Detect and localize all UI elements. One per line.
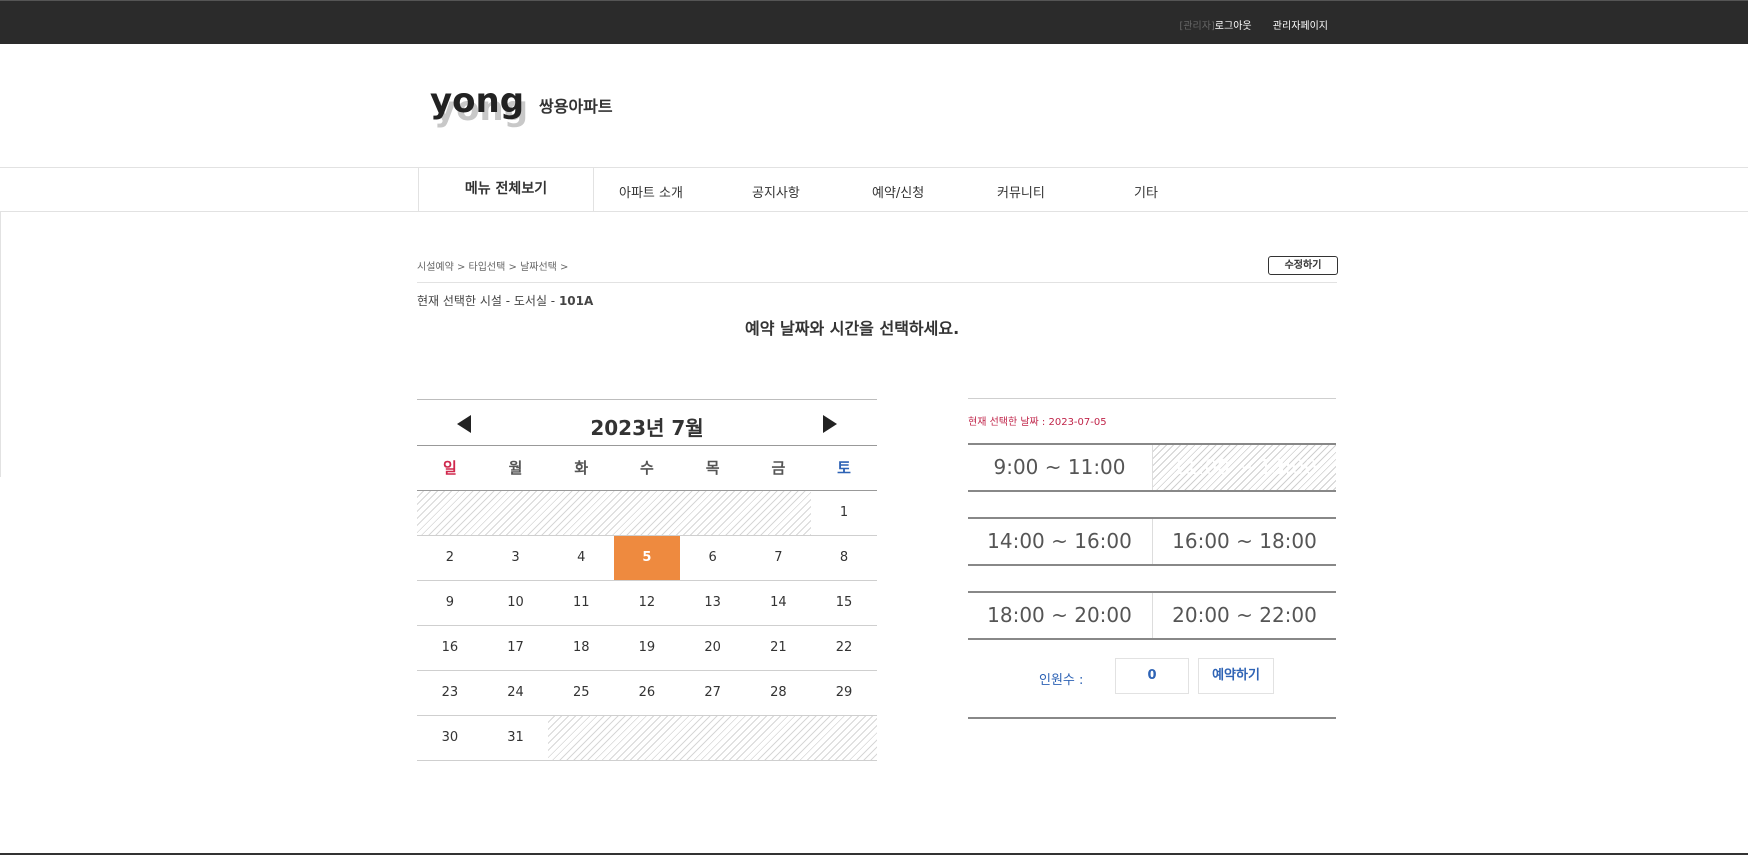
main-nav: 메뉴 전체보기 아파트 소개 공지사항 예약/신청 커뮤니티 기타 (0, 168, 1748, 212)
timeslot-row: 14:00 ~ 16:00 16:00 ~ 18:00 (968, 517, 1336, 566)
admin-page-link[interactable]: 관리자페이지 (1273, 21, 1328, 32)
divider (968, 717, 1336, 719)
weekday-wed: 수 (640, 459, 654, 477)
calendar-day-selected[interactable]: 5 (614, 536, 680, 580)
site-header: yong yong 쌍용아파트 (0, 43, 1748, 168)
calendar-day[interactable]: 20 (680, 626, 746, 670)
calendar-day[interactable]: 30 (417, 716, 483, 760)
calendar-week: 30 31 (417, 716, 877, 761)
divider (968, 398, 1336, 399)
timeslot-row: 9:00 ~ 11:00 11:00 ~ 13:00 (968, 443, 1336, 492)
weekday-thu: 목 (705, 459, 720, 477)
empty-days (417, 491, 811, 535)
calendar-day[interactable]: 10 (483, 581, 549, 625)
calendar-week: 9 10 11 12 13 14 15 (417, 581, 877, 626)
people-count-label: 인원수 : (1039, 673, 1084, 688)
weekday-sun: 일 (442, 459, 457, 477)
logo-text: yong (430, 81, 525, 121)
current-facility-prefix: 현재 선택한 시설 - 도서실 - (417, 294, 559, 308)
calendar-day[interactable]: 12 (614, 581, 680, 625)
next-month-icon[interactable] (823, 415, 837, 433)
calendar-day[interactable]: 27 (680, 671, 746, 715)
site-name: 쌍용아파트 (539, 97, 613, 116)
timeslot[interactable]: 20:00 ~ 22:00 (1152, 593, 1336, 638)
weekday-fri: 금 (771, 459, 786, 477)
calendar-day[interactable]: 19 (614, 626, 680, 670)
people-count-input[interactable]: 0 (1115, 658, 1189, 694)
selected-date-label: 현재 선택한 날짜 : 2023-07-05 (968, 417, 1107, 428)
calendar-day[interactable]: 7 (746, 536, 812, 580)
top-links: [관리자]로그아웃 관리자페이지 (1179, 17, 1328, 32)
divider (417, 282, 1337, 283)
instruction-text: 예약 날짜와 시간을 선택하세요. (745, 319, 960, 338)
weekday-tue: 화 (574, 459, 589, 477)
logout-link[interactable]: 로그아웃 (1215, 21, 1252, 32)
calendar-day[interactable]: 16 (417, 626, 483, 670)
calendar-day[interactable]: 29 (811, 671, 877, 715)
calendar-day[interactable]: 9 (417, 581, 483, 625)
empty-days (548, 716, 877, 760)
top-bar: [관리자]로그아웃 관리자페이지 (0, 0, 1748, 44)
calendar-week: 16 17 18 19 20 21 22 (417, 626, 877, 671)
admin-role-label: [관리자] (1179, 21, 1215, 32)
nav-item-apartment-intro[interactable]: 아파트 소개 (619, 182, 683, 201)
timeslot[interactable]: 14:00 ~ 16:00 (968, 519, 1151, 564)
calendar: 2023년 7월 일 월 화 수 목 금 토 1 2 3 4 5 6 7 8 9… (417, 399, 877, 761)
calendar-day[interactable]: 1 (811, 491, 877, 535)
calendar-day[interactable]: 2 (417, 536, 483, 580)
calendar-day[interactable]: 23 (417, 671, 483, 715)
calendar-day[interactable]: 13 (680, 581, 746, 625)
timeslot-row: 18:00 ~ 20:00 20:00 ~ 22:00 (968, 591, 1336, 640)
calendar-day[interactable]: 28 (746, 671, 812, 715)
calendar-day[interactable]: 22 (811, 626, 877, 670)
timeslot[interactable]: 18:00 ~ 20:00 (968, 593, 1151, 638)
calendar-day[interactable]: 31 (483, 716, 549, 760)
left-divider (0, 211, 1, 477)
nav-item-all-menu[interactable]: 메뉴 전체보기 (418, 168, 594, 211)
current-facility-room: 101A (558, 294, 594, 308)
calendar-day[interactable]: 25 (548, 671, 614, 715)
nav-item-community[interactable]: 커뮤니티 (997, 182, 1045, 201)
breadcrumb: 시설예약 > 타입선택 > 날짜선택 > (417, 262, 569, 273)
calendar-day[interactable]: 24 (483, 671, 549, 715)
calendar-header: 2023년 7월 (417, 399, 877, 446)
nav-item-reservation[interactable]: 예약/신청 (872, 182, 924, 201)
calendar-day[interactable]: 18 (548, 626, 614, 670)
calendar-day[interactable]: 8 (811, 536, 877, 580)
calendar-day[interactable]: 26 (614, 671, 680, 715)
calendar-day[interactable]: 3 (483, 536, 549, 580)
calendar-title: 2023년 7월 (590, 416, 704, 440)
calendar-day[interactable]: 17 (483, 626, 549, 670)
reserve-button[interactable]: 예약하기 (1198, 658, 1274, 694)
edit-button[interactable]: 수정하기 (1268, 256, 1338, 275)
current-facility: 현재 선택한 시설 - 도서실 - 101A (417, 292, 593, 309)
weekday-sat: 토 (837, 459, 851, 477)
calendar-week: 23 24 25 26 27 28 29 (417, 671, 877, 716)
calendar-week: 1 (417, 491, 877, 536)
calendar-day[interactable]: 14 (746, 581, 812, 625)
timeslot-disabled: 11:00 ~ 13:00 (1152, 445, 1336, 490)
nav-item-notices[interactable]: 공지사항 (752, 182, 800, 201)
calendar-day[interactable]: 11 (548, 581, 614, 625)
nav-item-etc[interactable]: 기타 (1134, 182, 1158, 201)
calendar-day[interactable]: 15 (811, 581, 877, 625)
calendar-week: 2 3 4 5 6 7 8 (417, 536, 877, 581)
weekday-row: 일 월 화 수 목 금 토 (417, 446, 877, 491)
timeslot[interactable]: 16:00 ~ 18:00 (1152, 519, 1336, 564)
weekday-mon: 월 (508, 459, 523, 477)
calendar-day[interactable]: 21 (746, 626, 812, 670)
timeslot[interactable]: 9:00 ~ 11:00 (968, 445, 1151, 490)
calendar-day[interactable]: 6 (680, 536, 746, 580)
calendar-day[interactable]: 4 (548, 536, 614, 580)
